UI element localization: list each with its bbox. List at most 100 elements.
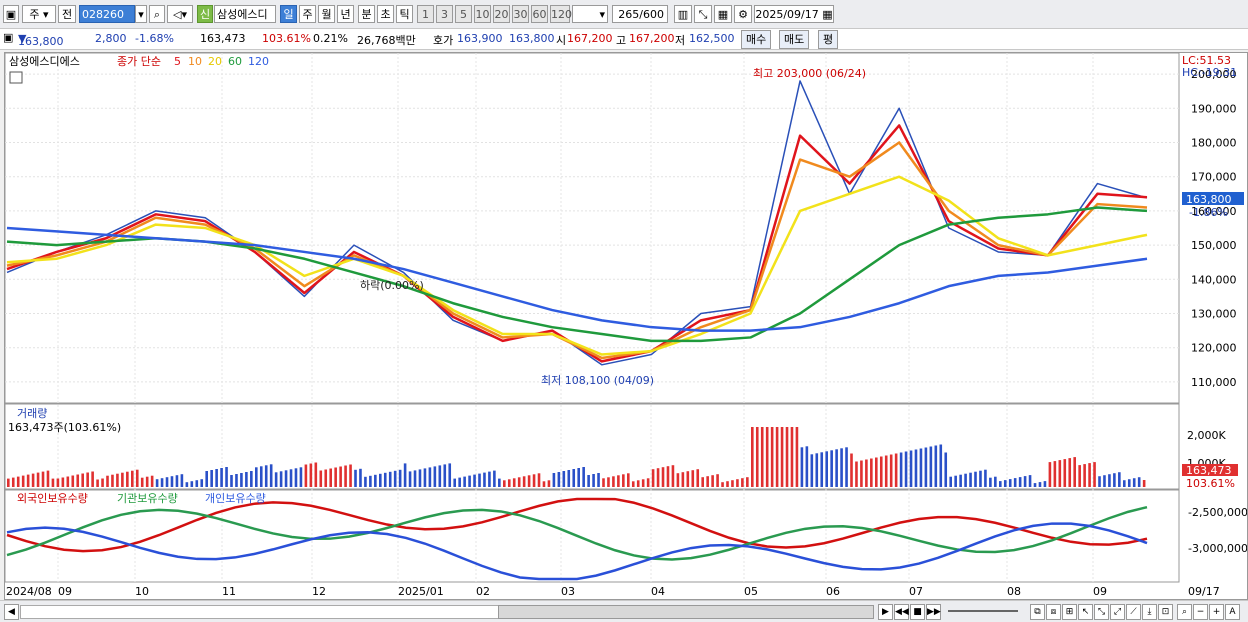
period-year[interactable]: 년 <box>337 5 354 23</box>
volume-bar <box>493 470 496 487</box>
volume-bar <box>279 471 283 487</box>
volume-bar <box>1078 465 1081 487</box>
volume-bar <box>607 477 610 487</box>
minus-icon[interactable]: − <box>1193 604 1208 620</box>
volume-bar <box>354 469 357 487</box>
volume-bar <box>220 468 223 487</box>
volume-bar <box>433 466 437 487</box>
period-minute[interactable]: 분 <box>358 5 375 23</box>
volume-bar <box>126 471 129 487</box>
chart-area[interactable]: 200,000 190,000 180,000 170,000 160,000 150,0… <box>4 52 1248 600</box>
num-dropdown[interactable]: ▾ <box>572 5 608 23</box>
volume-bar <box>230 475 233 487</box>
draw-icon[interactable]: ⤡ <box>694 5 712 23</box>
tool-icon-3[interactable]: ⊞ <box>1062 604 1077 620</box>
volume-bar <box>731 480 734 487</box>
zoom-icon[interactable]: ⌕ <box>1177 604 1192 620</box>
volume-bar <box>418 469 422 487</box>
volume-bar <box>91 471 94 487</box>
volume-bar <box>790 427 794 487</box>
scrollbar-track[interactable] <box>20 605 500 619</box>
text-icon[interactable]: A <box>1225 604 1240 620</box>
prev-button[interactable]: 전 <box>58 5 76 23</box>
date-field[interactable]: 2025/09/17 ▦ <box>754 5 834 23</box>
market-select[interactable]: 주 ▾ <box>22 5 56 23</box>
shin-badge[interactable]: 신 <box>197 5 213 23</box>
period-second[interactable]: 초 <box>377 5 394 23</box>
table-icon[interactable] <box>9 71 23 84</box>
sound-icon[interactable]: ◁▾ <box>167 5 193 23</box>
volume-bar <box>1008 479 1012 487</box>
volume-bar <box>612 476 615 487</box>
code-input[interactable]: 028260 <box>79 5 135 23</box>
volume-bar <box>403 463 407 487</box>
stock-name-field[interactable]: 삼성에스디 <box>214 5 276 23</box>
volume-bar <box>299 467 303 487</box>
grid-icon[interactable]: ▦ <box>714 5 732 23</box>
volume-bar <box>1098 476 1101 487</box>
last-pct: -1.86% <box>1189 206 1228 219</box>
tool-icon-1[interactable]: ⧉ <box>1030 604 1045 620</box>
tool-icon-5[interactable]: ⤡ <box>1094 604 1109 620</box>
volume-bar <box>314 462 318 487</box>
volume-bar <box>865 459 868 487</box>
num-3[interactable]: 3 <box>436 5 453 23</box>
tool-icon-8[interactable]: ⤓ <box>1142 604 1157 620</box>
scrollbar-thumb[interactable] <box>498 605 874 619</box>
volume-bar <box>413 470 417 487</box>
period-month[interactable]: 월 <box>318 5 335 23</box>
scroll-right-icon[interactable]: ▶ <box>878 604 893 620</box>
zoom-slider[interactable] <box>948 610 1018 612</box>
tool-icon-6[interactable]: ⤢ <box>1110 604 1125 620</box>
volume-bar <box>547 480 551 487</box>
volume-bar <box>721 482 724 487</box>
num-1[interactable]: 1 <box>417 5 434 23</box>
period-week[interactable]: 주 <box>299 5 316 23</box>
x-label: 04 <box>651 585 665 598</box>
tool-icon-7[interactable]: ⟋ <box>1126 604 1141 620</box>
num-20[interactable]: 20 <box>493 5 510 23</box>
num-10[interactable]: 10 <box>474 5 491 23</box>
volume-bar <box>448 463 452 487</box>
num-120[interactable]: 120 <box>550 5 572 23</box>
period-day[interactable]: 일 <box>280 5 297 23</box>
volume-bar <box>1068 458 1072 487</box>
volume-bar <box>274 472 278 487</box>
gear-icon[interactable]: ⚙ <box>734 5 752 23</box>
volume-bar <box>259 466 263 487</box>
num-30[interactable]: 30 <box>512 5 529 23</box>
volume-bar <box>875 457 878 487</box>
stop-icon[interactable]: ■ <box>910 604 925 620</box>
volume-bar <box>795 427 799 487</box>
holding-pane <box>4 489 1180 583</box>
tool-icon-4[interactable]: ↖ <box>1078 604 1093 620</box>
buy-button[interactable]: 매수 <box>741 30 772 49</box>
x-label: 05 <box>744 585 758 598</box>
expand-icon[interactable]: ▣ <box>3 31 13 44</box>
tool-icon-9[interactable]: ⊡ <box>1158 604 1173 620</box>
chart-svg[interactable]: 200,000190,000180,000170,000160,000150,0… <box>4 52 1248 599</box>
num-60[interactable]: 60 <box>531 5 548 23</box>
window-icon[interactable]: ▣ <box>3 5 19 23</box>
avg-button[interactable]: 평 <box>818 30 839 49</box>
tool-icon-2[interactable]: ⧈ <box>1046 604 1061 620</box>
volume-bar <box>909 450 913 487</box>
volume-bar <box>1118 472 1121 487</box>
code-dropdown-icon[interactable]: ▾ <box>135 5 147 23</box>
rewind-icon[interactable]: ◀◀ <box>894 604 909 620</box>
volume-bar <box>180 474 184 487</box>
plus-icon[interactable]: + <box>1209 604 1224 620</box>
period-tick[interactable]: 틱 <box>396 5 413 23</box>
sell-button[interactable]: 매도 <box>779 30 810 49</box>
candle-icon[interactable]: ▥ <box>674 5 692 23</box>
volume-bar <box>681 472 685 487</box>
volume-bar <box>884 455 888 487</box>
count-field[interactable]: 265/600 <box>612 5 668 23</box>
num-5[interactable]: 5 <box>455 5 472 23</box>
search-icon[interactable]: ⌕ <box>149 5 165 23</box>
forward-icon[interactable]: ▶▶ <box>926 604 941 620</box>
volume-bar <box>527 475 531 487</box>
volume-bar <box>96 479 99 487</box>
scroll-left-icon[interactable]: ◀ <box>4 604 19 620</box>
volume-bar <box>398 469 402 487</box>
